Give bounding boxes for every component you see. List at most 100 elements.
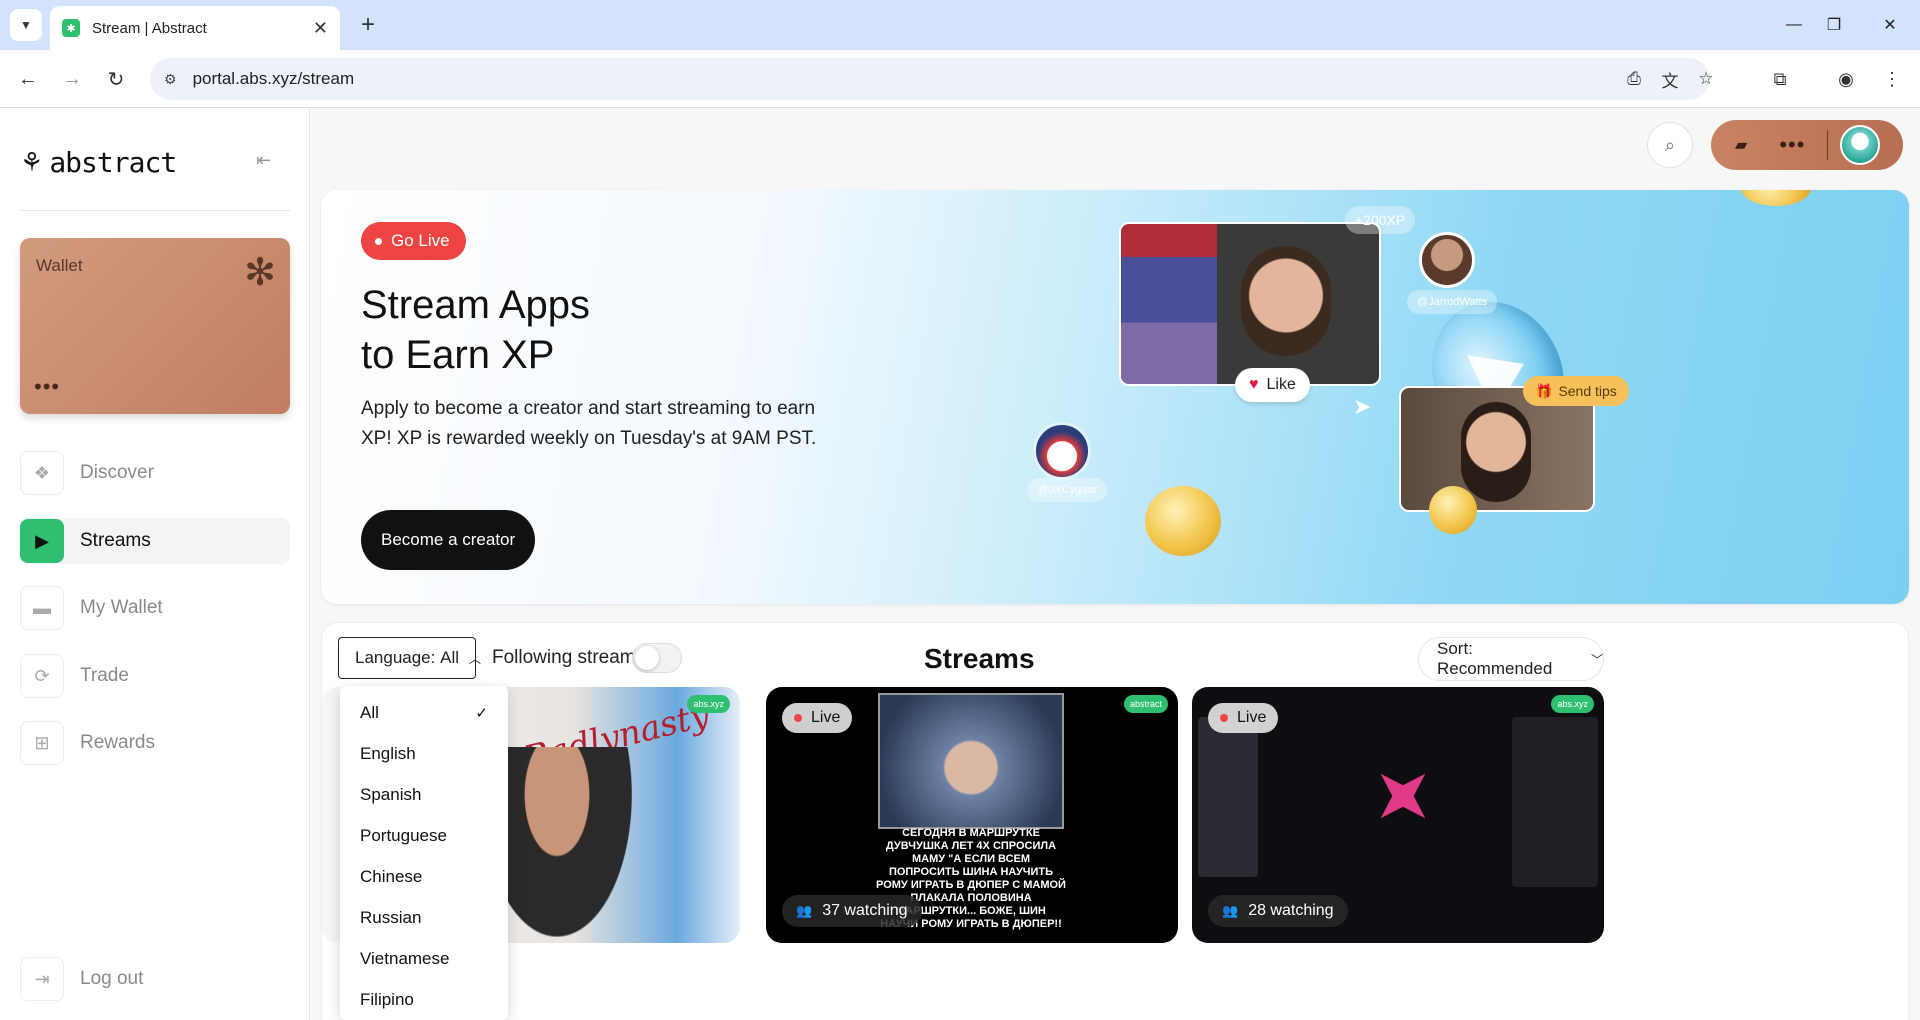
pill-separator bbox=[1827, 130, 1829, 160]
stream-card[interactable]: СЕГОДНЯ В МАРШРУТКЕ ДУВЧУШКА ЛЕТ 4Х СПРО… bbox=[766, 687, 1178, 943]
tab-title: Stream | Abstract bbox=[92, 19, 207, 37]
wallet-label: Wallet bbox=[36, 256, 83, 275]
stream-chip: abstract bbox=[1123, 695, 1168, 713]
sidebar-divider bbox=[20, 210, 290, 211]
search-icon[interactable]: ⌕ bbox=[1647, 122, 1693, 168]
wallet-card[interactable]: Wallet ✻ ••• bbox=[20, 238, 290, 414]
back-arrow-icon[interactable]: ← bbox=[12, 63, 44, 95]
live-dot-icon bbox=[794, 714, 802, 722]
streams-title: Streams bbox=[924, 643, 1035, 674]
user-avatar[interactable] bbox=[1840, 125, 1881, 165]
following-streams-label: Following streams bbox=[492, 647, 646, 668]
account-dots: ••• bbox=[1779, 132, 1806, 157]
gift-icon: 🎁 bbox=[1535, 382, 1553, 399]
restore-icon[interactable]: ❐ bbox=[1818, 9, 1850, 41]
minimize-icon[interactable]: — bbox=[1778, 9, 1810, 41]
creator-handle-jarrod: @JarrodWatts bbox=[1407, 290, 1498, 314]
sidebar-item-discover[interactable]: ❖ Discover bbox=[20, 450, 290, 496]
stream-thumbnail bbox=[878, 693, 1064, 829]
check-icon: ✓ bbox=[475, 704, 488, 722]
language-option-filipino[interactable]: Filipino bbox=[340, 979, 508, 1020]
users-icon: 👥 bbox=[796, 903, 813, 918]
following-streams-toggle[interactable] bbox=[632, 643, 682, 673]
tab-close-icon[interactable]: ✕ bbox=[313, 18, 328, 39]
hero-description: Apply to become a creator and start stre… bbox=[361, 398, 817, 449]
browser-tab-bar: ▼ ✱ Stream | Abstract ✕ + — ❐ ✕ bbox=[0, 0, 1920, 50]
creator-handle-cygaar: @0XCygaar bbox=[1027, 478, 1108, 502]
like-chip: ♥ Like bbox=[1235, 368, 1310, 402]
language-menu: All ✓ English Spanish Portuguese Chinese… bbox=[340, 686, 508, 1020]
creator-avatar-cygaar bbox=[1033, 422, 1091, 480]
forward-arrow-icon[interactable]: → bbox=[56, 63, 88, 95]
viewer-count-badge: 👥 28 watching bbox=[1208, 895, 1348, 927]
reload-icon[interactable]: ↻ bbox=[100, 63, 132, 95]
logout-button[interactable]: ⇥ Log out bbox=[20, 956, 290, 1002]
chevron-up-icon: ︿ bbox=[469, 651, 482, 666]
heart-icon: ♥ bbox=[1249, 376, 1259, 393]
language-option-russian[interactable]: Russian bbox=[340, 897, 508, 938]
language-option-english[interactable]: English bbox=[340, 733, 508, 774]
account-pill[interactable]: ▰ ••• bbox=[1711, 120, 1903, 170]
gold-coin-image bbox=[1429, 486, 1477, 534]
wallet-icon: ▰ bbox=[1735, 137, 1748, 154]
browser-toolbar: ← → ↻ ⚙ portal.abs.xyz/stream ⎙ 文 ☆ ⧉ ◉ … bbox=[0, 50, 1920, 108]
gold-coin-image bbox=[1741, 190, 1811, 206]
language-option-chinese[interactable]: Chinese bbox=[340, 856, 508, 897]
play-icon: ▶ bbox=[20, 519, 64, 563]
abstract-logo[interactable]: ⚘ abstract bbox=[20, 146, 177, 179]
tab-search-chevron-icon[interactable]: ▼ bbox=[10, 9, 42, 41]
send-tips-chip: 🎁 Send tips bbox=[1523, 376, 1629, 406]
gold-coin-image bbox=[1145, 486, 1221, 556]
trade-icon: ⟳ bbox=[20, 654, 64, 698]
extensions-puzzle-icon[interactable]: ⧉ bbox=[1764, 63, 1796, 95]
cursor-arrow-icon: ➤ bbox=[1353, 394, 1372, 419]
become-creator-button[interactable]: Become a creator bbox=[361, 510, 536, 570]
language-option-spanish[interactable]: Spanish bbox=[340, 774, 508, 815]
sidebar-item-my-wallet[interactable]: ▬ My Wallet bbox=[20, 585, 290, 631]
language-option-portuguese[interactable]: Portuguese bbox=[340, 815, 508, 856]
stream-card[interactable]: Live abs.xyz 👥 28 watching bbox=[1192, 687, 1604, 943]
hero-banner: Go Live Stream Apps to Earn XP Apply to … bbox=[321, 190, 1909, 604]
collapse-sidebar-icon[interactable]: ⇤ bbox=[256, 150, 271, 171]
streams-section: Language: All ︿ Following streams Stream… bbox=[321, 622, 1909, 1020]
live-badge: Live bbox=[782, 703, 853, 733]
wallet-icon: ▬ bbox=[20, 586, 64, 630]
sort-dropdown[interactable]: Sort: Recommended ﹀ bbox=[1418, 637, 1604, 681]
profile-icon[interactable]: ◉ bbox=[1830, 63, 1862, 95]
new-tab-plus-icon[interactable]: + bbox=[352, 9, 384, 41]
abstract-logo-icon: ⚘ bbox=[20, 147, 44, 177]
language-option-all[interactable]: All ✓ bbox=[340, 692, 508, 733]
sidebar-item-trade[interactable]: ⟳ Trade bbox=[20, 653, 290, 699]
xp-badge: +200XP bbox=[1345, 206, 1416, 234]
gift-icon: ⊞ bbox=[20, 721, 64, 765]
language-select[interactable]: Language: All ︿ bbox=[338, 637, 481, 679]
hero-title: Stream Apps to Earn XP bbox=[361, 283, 591, 377]
live-dot-icon bbox=[1220, 714, 1228, 722]
live-dot-icon bbox=[375, 237, 382, 245]
sidebar-item-rewards[interactable]: ⊞ Rewards bbox=[20, 720, 290, 766]
url-text: portal.abs.xyz/stream bbox=[192, 69, 355, 88]
users-icon: 👥 bbox=[1222, 903, 1239, 918]
live-badge: Live bbox=[1208, 703, 1279, 733]
abstract-mark-icon: ✻ bbox=[244, 252, 276, 294]
site-info-icon[interactable]: ⚙ bbox=[164, 71, 177, 88]
go-live-badge: Go Live bbox=[361, 222, 466, 260]
chrome-menu-icon[interactable]: ⋮ bbox=[1876, 63, 1908, 95]
sidebar-item-streams[interactable]: ▶ Streams bbox=[20, 518, 290, 564]
browser-tab[interactable]: ✱ Stream | Abstract ✕ bbox=[50, 6, 340, 50]
discover-icon: ❖ bbox=[20, 451, 64, 495]
sidebar: ⚘ abstract ⇤ Wallet ✻ ••• ❖ Discover ▶ S… bbox=[0, 108, 310, 1020]
main-content: ⌕ ▰ ••• Go Live Stream Apps to Earn XP A… bbox=[311, 108, 1920, 1020]
close-window-icon[interactable]: ✕ bbox=[1874, 9, 1906, 41]
stream-chip: abs.xyz bbox=[1551, 695, 1594, 713]
install-app-icon[interactable]: ⎙ bbox=[1618, 63, 1650, 95]
bookmark-star-icon[interactable]: ☆ bbox=[1690, 63, 1722, 95]
logout-icon: ⇥ bbox=[20, 957, 64, 1001]
creator-avatar-jarrod bbox=[1419, 232, 1475, 288]
address-bar[interactable]: ⚙ portal.abs.xyz/stream ⎙ 文 ☆ bbox=[150, 58, 1714, 100]
translate-icon[interactable]: 文 bbox=[1654, 63, 1686, 95]
chevron-down-icon: ﹀ bbox=[1590, 652, 1603, 667]
stream-chip: abs.xyz bbox=[687, 695, 730, 713]
language-option-vietnamese[interactable]: Vietnamese bbox=[340, 938, 508, 979]
wallet-dots: ••• bbox=[34, 374, 61, 399]
